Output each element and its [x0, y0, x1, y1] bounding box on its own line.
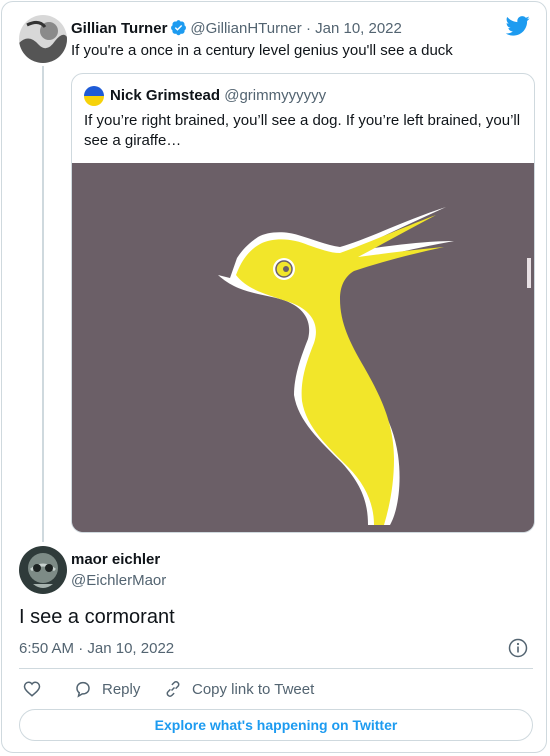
separator-dot: ·: [78, 640, 84, 657]
copy-link-button[interactable]: Copy link to Tweet: [164, 680, 314, 698]
tweet-embed-card: Gillian Turner @GillianHTurner · Jan 10, …: [1, 1, 547, 753]
quoted-author-name: Nick Grimstead: [110, 87, 221, 104]
link-icon: [166, 681, 180, 697]
reply-avatar[interactable]: [19, 546, 67, 594]
reply-label: Reply: [102, 680, 141, 698]
comment-icon: [76, 681, 90, 698]
tweet-timestamp[interactable]: 6:50 AM · Jan 10, 2022: [19, 640, 174, 657]
parent-handle[interactable]: @GillianHTurner: [190, 20, 301, 37]
quoted-tweet-text: If you’re right brained, you’ll see a do…: [84, 112, 521, 149]
heart-icon: [23, 681, 41, 697]
yellow-bird-illusion-image[interactable]: [72, 163, 534, 532]
parent-tweet-text: If you're a once in a century level geni…: [71, 42, 453, 59]
quoted-header: Nick Grimstead @grimmyyyyyy: [110, 87, 326, 104]
tweet-time: 6:50 AM: [19, 640, 75, 657]
quoted-handle: @grimmyyyyyy: [224, 87, 327, 104]
info-icon[interactable]: [508, 638, 528, 658]
explore-twitter-button[interactable]: Explore what's happening on Twitter: [19, 709, 533, 741]
parent-author-name[interactable]: Gillian Turner: [71, 20, 167, 37]
parent-header: Gillian Turner @GillianHTurner · Jan 10, …: [71, 19, 402, 37]
parent-date[interactable]: Jan 10, 2022: [315, 20, 402, 37]
verified-badge-icon: [171, 20, 187, 36]
thread-connector-line: [42, 66, 44, 542]
like-button[interactable]: [23, 680, 51, 698]
copy-link-label: Copy link to Tweet: [192, 680, 315, 698]
divider: [19, 668, 533, 669]
reply-handle[interactable]: @EichlerMaor: [71, 572, 166, 589]
reply-button[interactable]: Reply: [74, 680, 140, 698]
tweet-date: Jan 10, 2022: [87, 640, 175, 657]
reply-author-name[interactable]: maor eichler: [71, 551, 160, 568]
twitter-bird-icon[interactable]: [506, 16, 530, 36]
parent-avatar[interactable]: [19, 15, 67, 63]
quoted-tweet[interactable]: Nick Grimstead @grimmyyyyyy If you’re ri…: [71, 73, 535, 533]
ukraine-flag-avatar: [84, 86, 104, 106]
reply-tweet-text: I see a cormorant: [19, 606, 175, 628]
